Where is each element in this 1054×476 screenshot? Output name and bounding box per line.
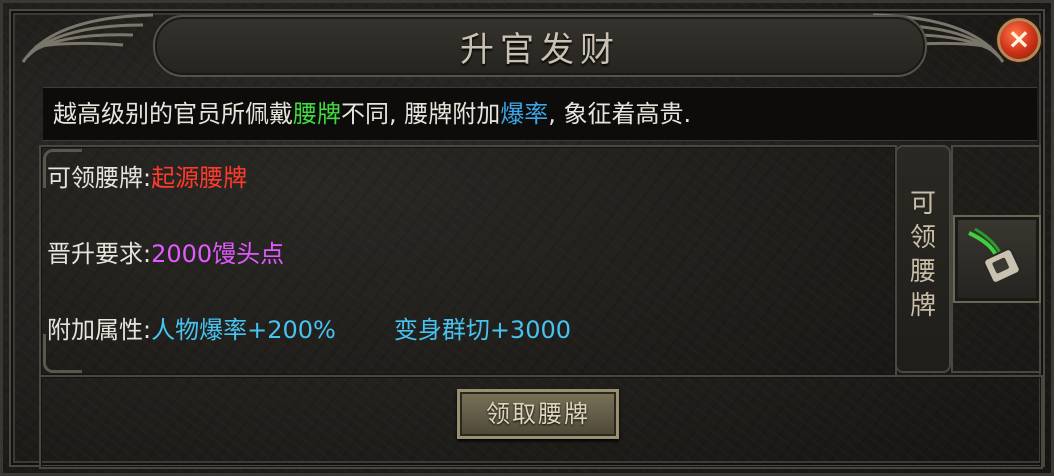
description-bar: 越高级别的官员所佩戴腰牌不同, 腰牌附加爆率, 象征着高贵. [43, 87, 1037, 141]
description-text: 越高级别的官员所佩戴腰牌不同, 腰牌附加爆率, 象征着高贵. [53, 100, 692, 128]
attribute-row: 附加属性:人物爆率+200% 变身群切+3000 [47, 316, 572, 344]
claim-badge-button[interactable]: 领取腰牌 [457, 389, 619, 439]
item-slot[interactable] [953, 215, 1041, 303]
close-icon: × [1007, 22, 1031, 55]
title-bar: 升官发财 [153, 15, 927, 77]
dialog-title: 升官发财 [460, 30, 620, 70]
highlight-droprate: 爆率 [500, 100, 549, 128]
waist-badge-icon [968, 227, 1021, 284]
badge-row: 可领腰牌:起源腰牌 [47, 164, 248, 192]
promotion-dialog: 升官发财 × 越高级别的官员所佩戴腰牌不同, 腰牌附加爆率, 象征着高贵. 可领… [0, 0, 1054, 476]
attribute-value-2: 变身群切+3000 [393, 316, 572, 344]
highlight-badge: 腰牌 [293, 100, 341, 128]
close-button[interactable]: × [997, 18, 1041, 62]
claimable-badge-label: 可 领 腰 牌 [895, 145, 951, 373]
requirement-value: 2000馒头点 [151, 240, 285, 268]
requirement-row: 晋升要求:2000馒头点 [47, 240, 285, 268]
left-wing-ornament [21, 13, 154, 63]
attribute-value-1: 人物爆率+200% [151, 316, 336, 344]
badge-value: 起源腰牌 [151, 164, 248, 192]
